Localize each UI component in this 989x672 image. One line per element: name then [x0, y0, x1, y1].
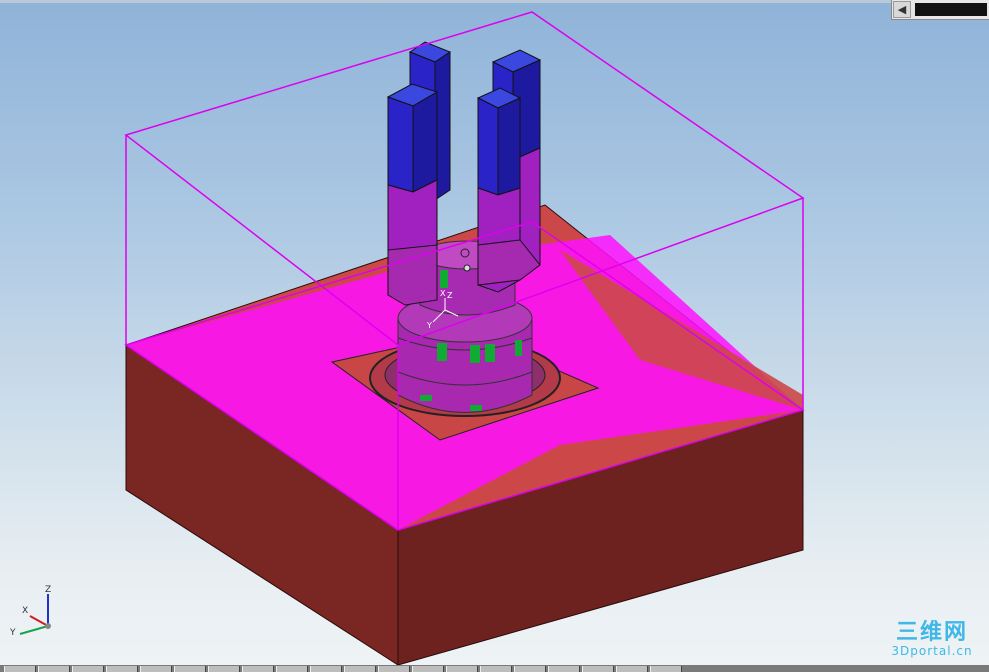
- taskbar-button[interactable]: [174, 666, 206, 672]
- green-mark: [437, 343, 447, 361]
- triad-x-label: X: [22, 606, 29, 616]
- taskbar-button[interactable]: [514, 666, 546, 672]
- watermark-site: 3Dportal.cn: [891, 644, 973, 658]
- column-front-right-side: [497, 97, 521, 196]
- triad-y-label: Y: [10, 628, 16, 638]
- taskbar-button[interactable]: [310, 666, 342, 672]
- taskbar-button[interactable]: [548, 666, 580, 672]
- taskbar: [0, 665, 989, 672]
- scroll-track[interactable]: [915, 3, 987, 16]
- taskbar-button[interactable]: [276, 666, 308, 672]
- local-axis-y-label: Y: [426, 321, 432, 330]
- view-triad: Z X Y: [6, 580, 66, 640]
- column-transition: [387, 244, 438, 306]
- graphics-viewport[interactable]: Z X Y ◀ Z X Y 三维网 3Dportal.cn: [0, 0, 989, 665]
- taskbar-button[interactable]: [480, 666, 512, 672]
- cad-model[interactable]: Z X Y: [0, 0, 989, 665]
- taskbar-button[interactable]: [344, 666, 376, 672]
- taskbar-button[interactable]: [650, 666, 682, 672]
- taskbar-button[interactable]: [4, 666, 36, 672]
- column-front-left-side: [412, 91, 438, 193]
- taskbar-button[interactable]: [208, 666, 240, 672]
- hub-hole: [463, 264, 471, 272]
- column-front-left-front: [387, 96, 414, 193]
- green-mark: [485, 344, 495, 362]
- horizontal-scroll-widget[interactable]: ◀: [891, 0, 989, 20]
- taskbar-button[interactable]: [38, 666, 70, 672]
- watermark: 三维网 3Dportal.cn: [883, 620, 981, 658]
- green-mark: [440, 270, 448, 288]
- taskbar-button[interactable]: [72, 666, 104, 672]
- column-front-right-front: [477, 97, 499, 196]
- taskbar-button[interactable]: [106, 666, 138, 672]
- taskbar-button[interactable]: [378, 666, 410, 672]
- triad-z-label: Z: [45, 585, 52, 595]
- local-axis-x-label: X: [440, 289, 446, 298]
- taskbar-button[interactable]: [582, 666, 614, 672]
- local-axis-z-label: Z: [447, 291, 453, 300]
- green-mark: [470, 345, 480, 363]
- taskbar-button[interactable]: [616, 666, 648, 672]
- taskbar-button[interactable]: [412, 666, 444, 672]
- taskbar-button[interactable]: [140, 666, 172, 672]
- taskbar-button[interactable]: [242, 666, 274, 672]
- taskbar-button[interactable]: [446, 666, 478, 672]
- scroll-left-arrow-icon[interactable]: ◀: [893, 1, 911, 18]
- green-mark: [420, 395, 432, 401]
- green-mark: [515, 340, 522, 356]
- watermark-logo: 三维网: [895, 620, 968, 645]
- green-mark: [470, 405, 482, 411]
